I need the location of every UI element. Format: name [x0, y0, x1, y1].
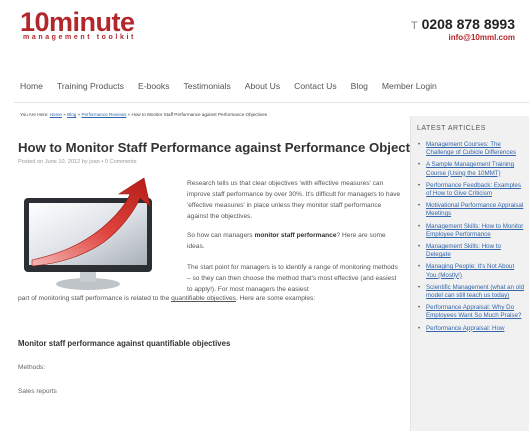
phone-prefix: T	[410, 20, 418, 32]
nav-item-home[interactable]: Home	[20, 81, 43, 91]
latest-articles-heading: LATEST ARTICLES	[417, 125, 486, 132]
logo-wordmark: 10minute	[20, 7, 135, 37]
article-link[interactable]: Management Skills: How to Monitor Employ…	[426, 223, 523, 238]
article-link[interactable]: Performance Appraisal: How	[426, 325, 504, 332]
article-paragraph: So how can managers monitor staff perfor…	[187, 230, 401, 252]
paragraph-bold: monitor staff performance	[254, 232, 337, 239]
list-item[interactable]: A Sample Management Training Course (Usi…	[417, 161, 525, 177]
breadcrumb-current: How to Monitor Staff Performance against…	[131, 112, 268, 117]
article-link[interactable]: Management Courses: The Challenge of Cub…	[426, 141, 516, 156]
article-link[interactable]: Motivational Performance Appraisal Meeti…	[426, 202, 523, 217]
phone-value: 0208 878 8993	[421, 16, 515, 32]
nav-item-e-books[interactable]: E-books	[138, 81, 170, 91]
list-item[interactable]: Management Skills: How to Monitor Employ…	[417, 223, 525, 239]
breadcrumb-separator: »	[127, 112, 131, 117]
article-paragraph: Research tells us that clear objectives …	[187, 180, 401, 220]
paragraph-text: part of monitoring staff performance is …	[18, 295, 172, 302]
nav-divider	[14, 102, 529, 103]
list-item[interactable]: Management Skills: How to Delegate	[417, 243, 525, 259]
breadcrumb: You Are Here: Home » Blog » Performance …	[20, 112, 267, 117]
list-item[interactable]: Scientific Management (what an old model…	[417, 284, 525, 300]
sales-reports-label: Sales reports	[18, 388, 57, 395]
article-paragraph: part of monitoring staff performance is …	[18, 293, 401, 304]
breadcrumb-category[interactable]: Performance Reviews	[81, 112, 126, 117]
breadcrumb-blog[interactable]: Blog	[67, 112, 76, 117]
breadcrumb-prefix: You Are Here:	[20, 112, 49, 117]
methods-label: Methods:	[18, 364, 46, 371]
list-item[interactable]: Performance Appraisal: How	[417, 325, 525, 333]
contact-block: T 0208 878 8993 info@10mml.com	[411, 16, 515, 42]
nav-item-contact-us[interactable]: Contact Us	[294, 81, 337, 91]
logo-tagline: management toolkit	[23, 34, 136, 41]
article-link[interactable]: A Sample Management Training Course (Usi…	[426, 161, 514, 176]
article-link[interactable]: Performance Feedback: Examples of How to…	[426, 182, 521, 197]
breadcrumb-home[interactable]: Home	[50, 112, 62, 117]
list-item[interactable]: Management Courses: The Challenge of Cub…	[417, 141, 525, 157]
nav-item-training-products[interactable]: Training Products	[57, 81, 124, 91]
article-paragraph: The start point for managers is to ident…	[187, 264, 398, 293]
breadcrumb-separator: »	[63, 112, 66, 117]
nav-item-about-us[interactable]: About Us	[245, 81, 280, 91]
list-item[interactable]: Motivational Performance Appraisal Meeti…	[417, 202, 525, 218]
sidebar: LATEST ARTICLES Management Courses: The …	[410, 116, 529, 431]
breadcrumb-separator: »	[77, 112, 81, 117]
list-item[interactable]: Performance Appraisal: Why Do Employees …	[417, 304, 525, 320]
contact-email[interactable]: info@10mml.com	[411, 33, 515, 42]
article-link[interactable]: Performance Appraisal: Why Do Employees …	[426, 304, 521, 319]
article-link[interactable]: Management Skills: How to Delegate	[426, 243, 501, 258]
page: 10minute management toolkit T 0208 878 8…	[0, 0, 529, 431]
monitor-with-rising-arrow-image	[24, 177, 152, 290]
list-item[interactable]: Performance Feedback: Examples of How to…	[417, 182, 525, 198]
main-nav: Home Training Products E-books Testimoni…	[20, 81, 451, 91]
article-link[interactable]: Managing People: It's Not About You (Mos…	[426, 263, 514, 278]
list-item[interactable]: Managing People: It's Not About You (Mos…	[417, 263, 525, 279]
article-title[interactable]: How to Monitor Staff Performance against…	[18, 140, 436, 155]
nav-item-member-login[interactable]: Member Login	[382, 81, 437, 91]
phone-number: T 0208 878 8993	[411, 16, 515, 32]
paragraph-text: So how can managers	[187, 232, 255, 239]
quantifiable-objectives-link[interactable]: quantifiable objectives	[171, 295, 236, 302]
article-meta: Posted on June 10, 2012 by joan • 0 Comm…	[18, 159, 137, 165]
section-heading: Monitor staff performance against quanti…	[18, 339, 231, 348]
article-link[interactable]: Scientific Management (what an old model…	[426, 284, 524, 299]
nav-item-testimonials[interactable]: Testimonials	[184, 81, 231, 91]
latest-articles-list: Management Courses: The Challenge of Cub…	[417, 141, 525, 337]
nav-item-blog[interactable]: Blog	[351, 81, 368, 91]
site-logo[interactable]: 10minute management toolkit	[20, 8, 136, 41]
paragraph-text: . Here are some examples:	[235, 295, 316, 302]
